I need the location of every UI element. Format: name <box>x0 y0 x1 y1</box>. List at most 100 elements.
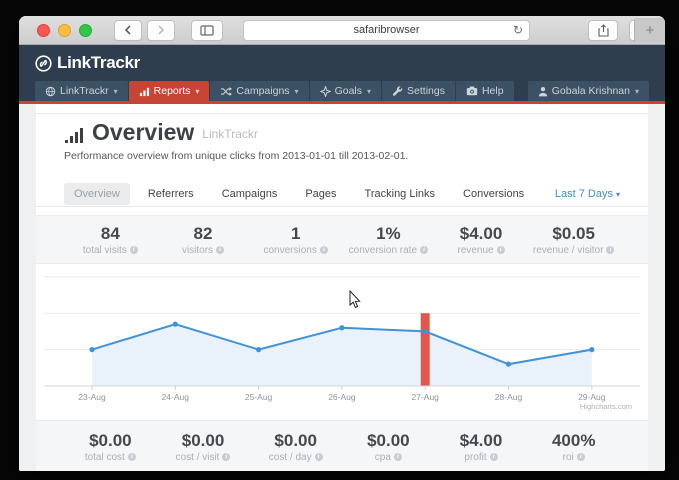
tab-referrers[interactable]: Referrers <box>138 183 204 205</box>
tab-pages[interactable]: Pages <box>295 183 346 205</box>
wrench-icon <box>392 86 403 97</box>
zoom-window-button[interactable] <box>79 24 92 37</box>
annotation-column[interactable] <box>421 313 430 386</box>
share-button[interactable] <box>588 20 618 41</box>
x-axis-label: 29-Aug <box>578 392 606 402</box>
info-icon[interactable]: i <box>216 246 224 254</box>
address-bar[interactable]: safaribrowser ↻ <box>243 20 530 41</box>
report-tabs: Overview Referrers Campaigns Pages Tracking … <box>64 183 620 205</box>
info-icon[interactable]: i <box>606 246 614 254</box>
nav-item-label: Campaigns <box>236 85 289 97</box>
data-point[interactable] <box>506 362 511 367</box>
nav-item-label: Goals <box>335 85 362 97</box>
nav-item-settings[interactable]: Settings <box>382 81 455 101</box>
nav-item-goals[interactable]: Goals▾ <box>310 81 381 101</box>
page-content: Overview LinkTrackr Performance overview… <box>19 104 665 471</box>
forward-button[interactable] <box>147 20 175 41</box>
brand-logo[interactable]: LinkTrackr <box>35 53 140 73</box>
chevron-right-icon <box>156 24 166 36</box>
chevron-left-icon <box>123 24 133 36</box>
mouse-cursor <box>349 290 362 309</box>
user-menu[interactable]: Gobala Krishnan ▾ <box>528 81 649 101</box>
data-point[interactable] <box>423 329 428 334</box>
stat-label: revenue <box>457 245 493 256</box>
stat-value: $0.00 <box>64 431 157 450</box>
nav-item-reports[interactable]: Reports▾ <box>129 81 210 101</box>
stat-conversions: 1conversionsi <box>249 224 342 256</box>
bar-chart-icon <box>139 86 150 97</box>
reload-button[interactable]: ↻ <box>513 22 523 39</box>
chart-canvas[interactable]: 23-Aug24-Aug25-Aug26-Aug27-Aug28-Aug29-A… <box>36 264 648 420</box>
x-axis-label: 27-Aug <box>411 392 439 402</box>
stat-label: profit <box>464 452 486 463</box>
stat-total-visits: 84total visitsi <box>64 224 157 256</box>
nav-item-label: LinkTrackr <box>60 85 109 97</box>
new-tab-button[interactable]: + <box>634 18 665 42</box>
stat-cpa: $0.00cpai <box>342 431 435 463</box>
stat-total-cost: $0.00 total costi <box>64 431 157 463</box>
user-menu-label: Gobala Krishnan <box>552 85 630 97</box>
browser-toolbar: safaribrowser ↻ + <box>19 16 665 45</box>
info-icon[interactable]: i <box>320 246 328 254</box>
stat-value: $4.00 <box>435 431 528 450</box>
camera-icon <box>466 86 478 96</box>
sidebar-icon <box>200 25 214 36</box>
info-icon[interactable]: i <box>490 453 498 461</box>
divider <box>36 206 648 207</box>
info-icon[interactable]: i <box>394 453 402 461</box>
stat-value: 1 <box>249 224 342 243</box>
tab-tracking-links[interactable]: Tracking Links <box>355 183 446 205</box>
stat-label: cpa <box>375 452 391 463</box>
x-axis-label: 23-Aug <box>78 392 106 402</box>
data-point[interactable] <box>256 347 261 352</box>
goals-icon <box>320 86 331 97</box>
tab-overview[interactable]: Overview <box>64 183 130 205</box>
info-icon[interactable]: i <box>130 246 138 254</box>
page-subtitle: Performance overview from unique clicks … <box>64 150 408 162</box>
plus-icon: + <box>646 22 655 39</box>
stat-cost-day: $0.00cost / dayi <box>249 431 342 463</box>
tab-conversions[interactable]: Conversions <box>453 183 534 205</box>
stat-roi: 400% roii <box>527 431 620 463</box>
sidebar-toggle-button[interactable] <box>191 20 223 41</box>
stat-conversion-rate: 1%conversion ratei <box>342 224 435 256</box>
data-point[interactable] <box>173 322 178 327</box>
stat-value: 400% <box>527 431 620 450</box>
info-icon[interactable]: i <box>420 246 428 254</box>
info-icon[interactable]: i <box>497 246 505 254</box>
nav-item-linktrackr[interactable]: LinkTrackr ▾ <box>35 81 128 101</box>
info-icon[interactable]: i <box>577 453 585 461</box>
share-icon <box>598 24 609 37</box>
period-selector[interactable]: Last 7 Days ▾ <box>555 188 620 200</box>
bottom-stats-band: $0.00total costi$0.00cost / visiti$0.00c… <box>36 420 648 471</box>
caret-down-icon: ▾ <box>114 87 118 96</box>
stat-label: total cost <box>85 452 125 463</box>
stat-value: $0.05 <box>527 224 620 243</box>
stat-value: $0.00 <box>157 431 250 450</box>
page-title: Overview <box>92 120 194 144</box>
data-point[interactable] <box>339 325 344 330</box>
stat-value: 1% <box>342 224 435 243</box>
back-button[interactable] <box>114 20 142 41</box>
stat-value: $4.00 <box>435 224 528 243</box>
stat-label: roi <box>563 452 574 463</box>
divider <box>36 113 648 114</box>
data-point[interactable] <box>589 347 594 352</box>
nav-item-help[interactable]: Help <box>456 81 514 101</box>
site-header: LinkTrackr <box>19 45 665 81</box>
nav-item-campaigns[interactable]: Campaigns▾ <box>210 81 308 101</box>
info-icon[interactable]: i <box>222 453 230 461</box>
close-window-button[interactable] <box>37 24 50 37</box>
url-text: safaribrowser <box>353 24 419 36</box>
stat-label: total visits <box>83 245 127 256</box>
tab-campaigns[interactable]: Campaigns <box>212 183 288 205</box>
brand-name: LinkTrackr <box>57 53 140 73</box>
chart-credit[interactable]: Highcharts.com <box>580 402 632 411</box>
visits-chart: 23-Aug24-Aug25-Aug26-Aug27-Aug28-Aug29-A… <box>36 264 648 420</box>
data-point[interactable] <box>89 347 94 352</box>
stat-cost-visit: $0.00cost / visiti <box>157 431 250 463</box>
info-icon[interactable]: i <box>128 453 136 461</box>
info-icon[interactable]: i <box>315 453 323 461</box>
minimize-window-button[interactable] <box>58 24 71 37</box>
period-selector-label: Last 7 Days <box>555 188 613 200</box>
